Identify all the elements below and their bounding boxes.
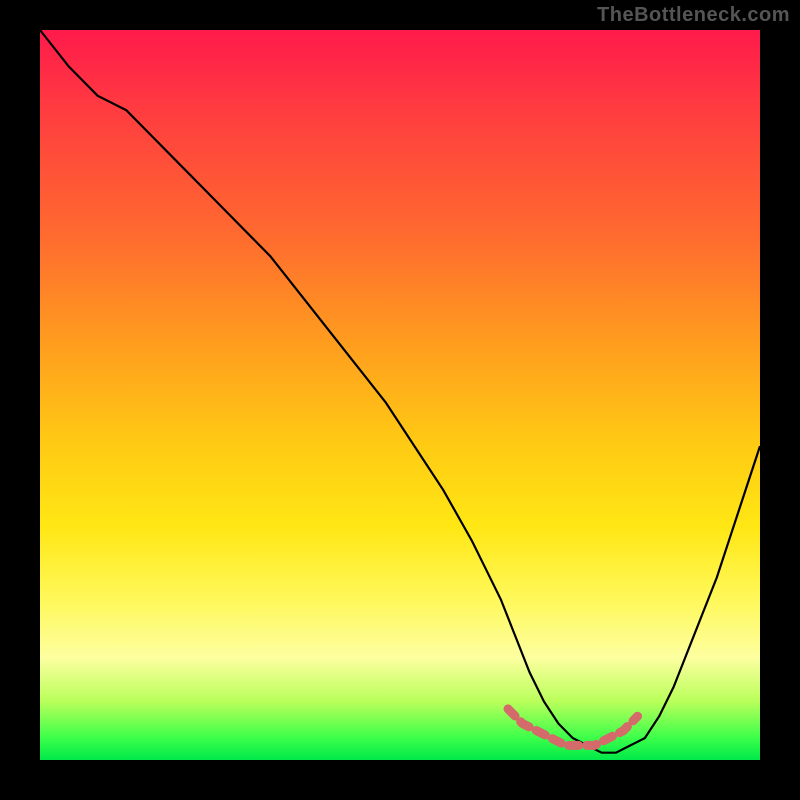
curve-svg [40, 30, 760, 760]
marker-band [508, 709, 638, 746]
bottleneck-curve [40, 30, 760, 753]
plot-area [40, 30, 760, 760]
watermark-label: TheBottleneck.com [597, 4, 790, 27]
chart-frame: TheBottleneck.com [0, 0, 800, 800]
